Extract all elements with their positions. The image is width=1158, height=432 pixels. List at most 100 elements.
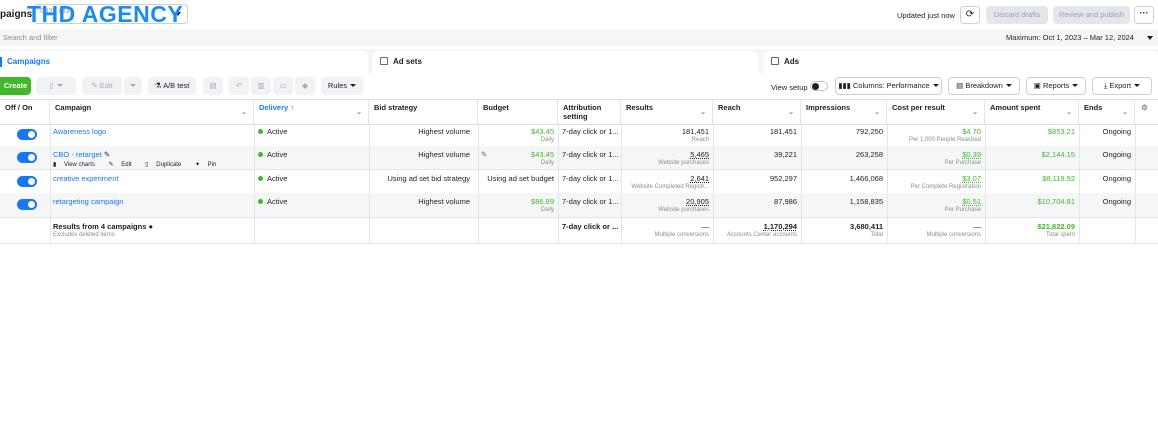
column-settings-button[interactable]: ⚙ [1135,100,1158,124]
sort-icon: ⌄ [1122,109,1128,116]
view-charts-action[interactable]: ▮ View charts [53,162,101,168]
campaign-name-link[interactable]: retargeting campaign [53,197,123,206]
amount-spent-value: $853.21 [1047,127,1075,136]
comment-button[interactable]: ▭ [273,77,293,95]
column-divider [1079,123,1080,243]
delivery-status: Active [258,197,287,206]
row-hover-actions: ▮ View charts ✎ Edit ▯ Duplicate ✦ Pin [53,161,228,168]
sort-icon: ⌄ [874,109,880,116]
edit-menu-button[interactable] [124,77,142,95]
col-on-off[interactable]: Off / On [0,100,50,124]
campaign-name-link[interactable]: Awareness logo [53,127,106,136]
campaign-toggle[interactable] [17,199,37,210]
more-options-button[interactable]: ··· [1134,6,1154,24]
tab-campaigns-label: Campaigns [7,57,51,66]
tab-ad-sets[interactable]: Ad sets [373,51,758,73]
document-icon: ▤ [209,81,217,90]
columns-icon: ▮▮▮ [838,81,851,90]
sort-icon: ⌄ [972,109,978,116]
duplicate-button[interactable]: ▯ [36,77,76,95]
date-range-label: Maximum: Oct 1, 2023 – Mar 12, 2024 [1006,33,1134,42]
col-budget[interactable]: Budget [478,100,558,124]
chevron-down-icon [1005,84,1012,87]
date-range-picker[interactable]: Maximum: Oct 1, 2023 – Mar 12, 2024 [1006,29,1156,46]
campaign-name-link[interactable]: CBO - retarget ✎ [53,150,110,159]
budget-sub: Daily [540,207,554,213]
duplicate-icon: ▯ [145,162,149,168]
reach-value: 39,221 [774,150,797,159]
edit-button[interactable]: ✎ Edit [82,77,122,95]
delivery-label: Active [267,197,288,206]
summary-impressions: 3,680,411 [850,222,883,231]
impressions-value: 1,158,835 [849,197,883,206]
col-attribution[interactable]: Attribution setting [558,100,621,124]
budget-value: $43.45 [531,150,554,159]
campaign-toggle[interactable] [17,176,37,187]
duplicate-action[interactable]: ▯ Duplicate [145,162,187,168]
col-campaign-label: Campaign [55,103,92,112]
delivery-label: Active [267,150,288,159]
summary-label-text: Results from 4 campaigns [53,222,147,231]
review-publish-button[interactable]: Review and publish [1053,6,1130,24]
tag-button[interactable]: ◆ [295,77,315,95]
undo-button[interactable]: ↶ [229,77,249,95]
status-dot-icon [258,152,263,157]
status-dot-icon [258,129,263,134]
refresh-icon: ⟳ [965,9,975,20]
attribution-value: 7-day click or 1... [562,127,619,136]
attribution-value: 7-day click or 1... [562,150,619,159]
summary-attribution: 7-day click or ... [562,222,619,231]
reports-button[interactable]: ▣ Reports [1026,77,1086,95]
rules-label: Rules [327,81,348,90]
ab-test-button[interactable]: ⚗ A/B test [148,77,196,95]
col-ends[interactable]: Ends ⌄ [1079,100,1135,124]
campaign-toggle[interactable] [17,129,37,140]
col-delivery[interactable]: Delivery ↑ ⌄ [254,100,369,124]
column-divider [621,123,622,243]
tab-campaigns[interactable]: Campaigns [0,51,368,73]
pin-action-label: Pin [207,162,217,168]
col-bid-strategy[interactable]: Bid strategy [369,100,478,124]
campaign-toggle[interactable] [17,152,37,163]
delete-draft-button[interactable]: ▤ [203,77,223,95]
amount-spent-value: $8,119.92 [1042,174,1075,183]
discard-drafts-button[interactable]: Discard drafts [986,6,1048,24]
tab-ads[interactable]: Ads [764,51,1158,73]
search-row: Maximum: Oct 1, 2023 – Mar 12, 2024 [0,29,1158,46]
summary-results-sub: Multiple conversions [654,232,709,238]
breakdown-button[interactable]: ▤ Breakdown [948,77,1020,95]
col-reach[interactable]: Reach ⌄ [713,100,801,124]
refresh-button[interactable]: ⟳ [960,6,980,24]
columns-button[interactable]: ▮▮▮ Columns: Performance [835,77,942,95]
export-button[interactable]: ⤓ Export [1092,77,1152,95]
export-label: Export [1109,81,1132,90]
edit-label: Edit [99,81,113,90]
export-icon: ⤓ [1103,81,1108,90]
results-sub: Website purchases [658,207,709,213]
reach-value: 181,451 [769,127,797,136]
pin-action[interactable]: ✦ Pin [195,162,222,168]
cost-per-result-sub: Per Complete Registration [910,184,981,190]
col-cpr-label: Cost per result [892,103,945,112]
ends-value: Ongoing [1102,150,1131,159]
summary-label: Results from 4 campaigns ● [53,222,153,231]
search-input[interactable] [0,29,995,46]
columns-label: Columns: Performance [852,81,930,90]
results-sub: Website purchases [658,160,709,166]
results-value: 2,641 [690,174,709,183]
col-campaign[interactable]: Campaign ⌄ [50,100,254,124]
col-amount-spent[interactable]: Amount spent ⌄ [985,100,1079,124]
trash-button[interactable]: ▥ [251,77,271,95]
col-results[interactable]: Results ⌄ [621,100,713,124]
rules-button[interactable]: Rules [321,77,363,95]
info-icon[interactable]: ● [148,222,153,231]
edit-action[interactable]: ✎ Edit [109,162,138,168]
campaign-name-link[interactable]: creative experiment [53,174,118,183]
col-impressions[interactable]: Impressions ⌄ [801,100,887,124]
delivery-status: Active [258,174,287,183]
view-setup-toggle[interactable] [810,81,828,91]
attribution-value: 7-day click or 1... [562,197,619,206]
col-cost-per-result[interactable]: Cost per result ⌄ [887,100,985,124]
summary-reach-sub: Accounts Center accounts [726,232,797,238]
create-button[interactable]: Create [0,77,31,95]
